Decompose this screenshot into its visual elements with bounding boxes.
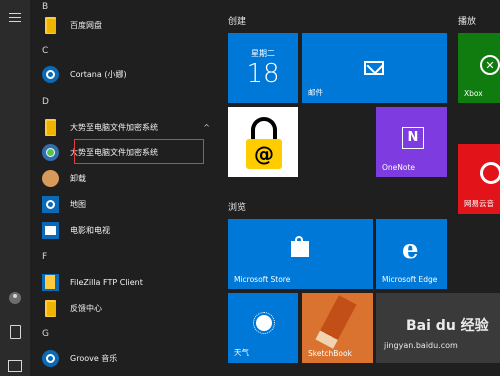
- list-item-label: 卸载: [70, 173, 86, 183]
- cortana-icon: [40, 64, 60, 84]
- tile-label: OneNote: [382, 163, 416, 172]
- start-rail: [0, 0, 30, 376]
- list-item-label: 百度网盘: [70, 20, 102, 30]
- list-item-label: 大势至电脑文件加密系统: [70, 122, 158, 132]
- calendar-date: 18: [246, 59, 280, 89]
- tile-microsoft-store[interactable]: Microsoft Store: [228, 219, 373, 289]
- list-item-filezilla[interactable]: FileZilla FTP Client: [40, 269, 210, 295]
- tile-watermark-area: Bai du 经验 jingyan.baidu.com: [376, 293, 500, 363]
- watermark-url: jingyan.baidu.com: [384, 341, 458, 350]
- list-item-baidu-netdisk[interactable]: 百度网盘: [40, 12, 210, 38]
- folder-icon: [40, 117, 60, 137]
- document-icon[interactable]: [0, 325, 30, 339]
- letter-header-c[interactable]: C: [42, 46, 48, 56]
- uninstall-icon: [40, 168, 60, 188]
- list-item-uninstall[interactable]: 卸载: [40, 165, 210, 191]
- pencil-icon: [315, 295, 357, 349]
- app-icon: [40, 142, 60, 162]
- tile-sketchbook[interactable]: SketchBook: [302, 293, 373, 363]
- mail-icon: [364, 61, 384, 75]
- baidu-jingyan-logo: Bai du 经验: [406, 318, 489, 334]
- filezilla-icon: [40, 272, 60, 292]
- tile-netease-music[interactable]: 网易云音: [458, 144, 500, 214]
- tile-xbox[interactable]: ✕ Xbox: [458, 33, 500, 103]
- tile-microsoft-edge[interactable]: e Microsoft Edge: [376, 219, 447, 289]
- group-header-play[interactable]: 播放: [458, 14, 476, 27]
- feedback-icon: [40, 298, 60, 318]
- folder-icon: [40, 15, 60, 35]
- list-item-feedback-hub[interactable]: 反馈中心: [40, 295, 210, 321]
- calendar-day: 星期二: [251, 49, 275, 58]
- movies-icon: [40, 220, 60, 240]
- netease-icon: [480, 162, 500, 184]
- list-item-label: 电影和电视: [70, 225, 110, 235]
- tile-label: Xbox: [464, 89, 483, 98]
- list-item-groove[interactable]: Groove 音乐: [40, 345, 210, 371]
- pictures-icon[interactable]: [0, 360, 30, 372]
- chevron-up-icon[interactable]: ^: [203, 123, 210, 132]
- onenote-icon: N: [402, 127, 424, 149]
- tile-label: Microsoft Store: [234, 275, 291, 284]
- store-icon: [291, 236, 309, 257]
- group-header-browse[interactable]: 浏览: [228, 200, 246, 213]
- groove-icon: [40, 348, 60, 368]
- letter-header-d[interactable]: D: [42, 97, 49, 107]
- letter-header-g[interactable]: G: [42, 329, 49, 339]
- maps-icon: [40, 194, 60, 214]
- list-item-label: 地图: [70, 199, 86, 209]
- letter-header-b[interactable]: B: [42, 2, 48, 12]
- tile-calendar[interactable]: 星期二 18: [228, 33, 298, 103]
- list-item-maps[interactable]: 地图: [40, 191, 210, 217]
- tile-label: 网易云音: [464, 199, 494, 208]
- letter-header-f[interactable]: F: [42, 252, 47, 262]
- list-item-movies-tv[interactable]: 电影和电视: [40, 217, 210, 243]
- tile-lock-app[interactable]: @: [228, 107, 298, 177]
- hamburger-icon[interactable]: [0, 10, 30, 25]
- app-list: B 百度网盘 C Cortana (小娜) D 大势至电脑文件加密系统 ^ 大势…: [30, 0, 213, 376]
- tile-weather[interactable]: 天气: [228, 293, 298, 363]
- tile-onenote[interactable]: N OneNote: [376, 107, 447, 177]
- tile-mail[interactable]: 邮件: [302, 33, 447, 103]
- tile-label: 天气: [234, 348, 249, 357]
- list-item-label: Cortana (小娜): [70, 69, 127, 79]
- xbox-icon: ✕: [480, 55, 500, 75]
- group-header-create[interactable]: 创建: [228, 14, 246, 27]
- list-item-label: Groove 音乐: [70, 353, 118, 363]
- list-item-cortana[interactable]: Cortana (小娜): [40, 61, 210, 87]
- user-icon[interactable]: [0, 292, 30, 304]
- lock-body: @: [246, 139, 282, 169]
- sun-icon: [256, 315, 272, 331]
- list-item-label: 反馈中心: [70, 303, 102, 313]
- tile-label: SketchBook: [308, 349, 352, 358]
- list-item-encryption-folder[interactable]: 大势至电脑文件加密系统 ^: [40, 114, 210, 140]
- tile-label: Microsoft Edge: [382, 275, 438, 284]
- edge-icon: e: [402, 235, 419, 265]
- list-item-label: FileZilla FTP Client: [70, 277, 143, 287]
- highlight-box: [74, 139, 204, 164]
- tile-label: 邮件: [308, 88, 323, 97]
